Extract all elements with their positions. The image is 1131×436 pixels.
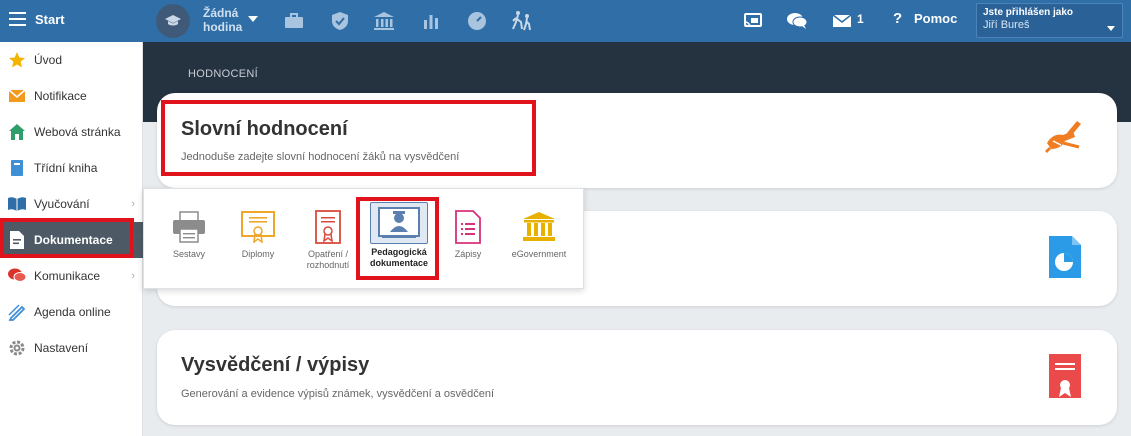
sidebar-item-label: Nastavení [34, 341, 89, 355]
submenu-item-label: eGovernment [511, 249, 567, 259]
menu-icon[interactable] [9, 12, 26, 26]
document-icon [7, 230, 27, 250]
sidebar-item-label: Webová stránka [34, 125, 121, 139]
sidebar-item-komunikace[interactable]: Komunikace › [0, 258, 143, 294]
certificate-icon [1043, 354, 1087, 398]
card-description: Generování a evidence výpisů známek, vys… [181, 388, 495, 400]
walking-people-icon[interactable] [510, 9, 534, 33]
submenu-item-pedagogicka-dokumentace[interactable]: Pedagogická dokumentace [365, 189, 433, 289]
submenu-item-zapisy[interactable]: Zápisy [434, 189, 502, 289]
submenu-item-diplomy[interactable]: Diplomy [224, 189, 292, 289]
pen-icon [7, 302, 27, 322]
chevron-right-icon: › [131, 270, 135, 282]
printer-icon [169, 207, 209, 247]
sidebar-item-uvod[interactable]: Úvod [0, 42, 143, 78]
submenu-item-label: Zápisy [454, 249, 482, 259]
start-label[interactable]: Start [35, 12, 65, 27]
sidebar-item-agenda-online[interactable]: Agenda online [0, 294, 143, 330]
active-pointer [133, 226, 143, 246]
sidebar-item-label: Dokumentace [34, 233, 113, 247]
submenu-item-sestavy[interactable]: Sestavy [155, 189, 223, 289]
pie-document-icon [1043, 235, 1087, 279]
submenu-item-label: Sestavy [172, 249, 205, 259]
submenu-item-opatreni-rozhodnuti[interactable]: Opatření / rozhodnutí [294, 189, 362, 289]
sidebar-item-label: Komunikace [34, 269, 101, 283]
cast-icon[interactable] [741, 9, 765, 33]
user-name: Jiří Bureš [983, 19, 1030, 31]
sidebar-item-dokumentace[interactable]: Dokumentace [0, 222, 143, 258]
sidebar-item-tridni-kniha[interactable]: Třídní kniha [0, 150, 143, 186]
messages-count[interactable]: 1 [857, 12, 864, 26]
sidebar-item-nastaveni[interactable]: Nastavení [0, 330, 143, 366]
star-icon [7, 50, 27, 70]
writing-hand-icon [1041, 115, 1085, 159]
book-icon [7, 158, 27, 178]
card-description: Jednoduše zadejte slovní hodnocení žáků … [181, 151, 460, 163]
documentation-submenu: Sestavy Diplomy Opatření / rozhodnutí Pe… [143, 188, 584, 289]
current-hour-label[interactable]: Žádná hodina [203, 6, 243, 34]
bar-chart-icon[interactable] [419, 9, 443, 33]
chevron-right-icon: › [131, 198, 135, 210]
user-menu[interactable]: Jste přihlášen jako Jiří Bureš [976, 3, 1123, 38]
graduation-cap-icon[interactable] [156, 4, 190, 38]
help-icon[interactable]: ? [893, 10, 902, 27]
submenu-item-label: Diplomy [241, 249, 275, 259]
sidebar-item-vyucovani[interactable]: Vyučování › [0, 186, 143, 222]
submenu-item-egovernment[interactable]: eGovernment [504, 189, 574, 289]
chevron-down-icon[interactable] [248, 16, 258, 22]
speedometer-icon[interactable] [465, 9, 489, 33]
sidebar-item-webova-stranka[interactable]: Webová stránka [0, 114, 143, 150]
sidebar-item-label: Úvod [34, 53, 63, 67]
chevron-down-icon[interactable] [1107, 26, 1115, 31]
diploma-icon [238, 207, 278, 247]
sidebar-item-label: Agenda online [34, 305, 111, 319]
top-bar: Start Žádná hodina 1 ? Pomoc Jste přihlá… [0, 0, 1131, 42]
list-document-icon [448, 207, 488, 247]
shield-icon[interactable] [328, 9, 352, 33]
chat-icon[interactable] [785, 9, 809, 33]
card-vysvedceni-vypisy[interactable]: Vysvědčení / výpisy Generování a evidenc… [157, 330, 1117, 425]
envelope-icon [7, 86, 27, 106]
sidebar-item-label: Notifikace [34, 89, 87, 103]
sidebar: Úvod Notifikace Webová stránka Třídní kn… [0, 42, 143, 436]
help-label[interactable]: Pomoc [914, 11, 957, 26]
submenu-item-label: Pedagogická dokumentace [369, 247, 429, 268]
sidebar-item-label: Vyučování [34, 197, 90, 211]
card-slovni-hodnoceni[interactable]: Slovní hodnocení Jednoduše zadejte slovn… [157, 93, 1117, 188]
briefcase-icon[interactable] [282, 9, 306, 33]
submenu-item-label: Opatření / rozhodnutí [306, 249, 350, 270]
decision-document-icon [308, 207, 348, 247]
chat-bubbles-icon [7, 266, 27, 286]
breadcrumb[interactable]: HODNOCENÍ [188, 68, 258, 80]
bank-icon[interactable] [372, 9, 396, 33]
pedagogical-doc-icon [370, 202, 428, 244]
government-building-icon [519, 207, 559, 247]
user-prefix: Jste přihlášen jako [983, 7, 1074, 18]
open-book-icon [7, 194, 27, 214]
gear-icon [7, 338, 27, 358]
sidebar-item-label: Třídní kniha [34, 161, 98, 175]
card-title: Vysvědčení / výpisy [181, 354, 370, 376]
envelope-icon[interactable] [830, 9, 854, 33]
house-icon [7, 122, 27, 142]
sidebar-item-notifikace[interactable]: Notifikace [0, 78, 143, 114]
card-title: Slovní hodnocení [181, 118, 348, 140]
